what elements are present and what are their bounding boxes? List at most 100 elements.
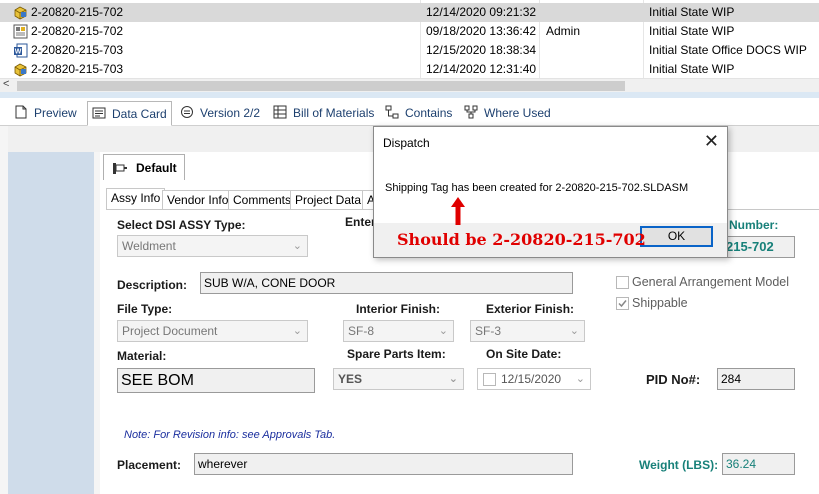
material-label: Material: <box>117 349 167 363</box>
close-icon[interactable]: ✕ <box>704 131 719 151</box>
number-field[interactable]: 215-702 <box>722 236 795 258</box>
tab-bar: Preview Data Card Version 2/2 Bill of Ma… <box>0 98 819 126</box>
data-card-left-strip <box>8 152 94 494</box>
material-field[interactable]: SEE BOM <box>117 368 315 393</box>
subtab-vendor-info[interactable]: Vendor Info <box>162 190 234 210</box>
annotation-arrow-icon <box>451 197 465 225</box>
word-document-icon: W <box>14 43 28 58</box>
subtab-comments[interactable]: Comments <box>228 190 297 210</box>
drawing-icon <box>13 24 28 39</box>
on-site-date-value: 12/15/2020 <box>501 372 562 386</box>
file-name: 2-20820-215-702 <box>31 24 124 38</box>
tab-label: Where Used <box>484 106 551 120</box>
tab-where-used[interactable]: Where Used <box>464 101 551 126</box>
exterior-finish-label: Exterior Finish: <box>486 302 575 316</box>
version-icon <box>181 106 193 118</box>
description-field[interactable]: SUB W/A, CONE DOOR <box>200 272 573 294</box>
select-type-value: Weldment <box>122 239 176 253</box>
revision-note: Note: For Revision info: see Approvals T… <box>124 429 336 441</box>
interior-finish-value: SF-8 <box>348 324 375 338</box>
tab-label: Contains <box>405 106 453 120</box>
spare-parts-dropdown[interactable]: YES ⌄ <box>333 368 464 390</box>
assembly-icon <box>14 63 27 77</box>
file-row[interactable]: 2-20820-215-702 09/18/2020 13:36:42 Admi… <box>0 22 819 41</box>
file-state: Initial State WIP <box>649 5 735 19</box>
on-site-date-checkbox[interactable] <box>483 373 496 386</box>
configuration-tab-default[interactable]: Default <box>103 154 185 180</box>
file-list: 2-20820-215-702 12/14/2020 09:21:32 Init… <box>0 0 819 78</box>
annotation-text: Should be 2-20820-215-702 <box>397 230 646 249</box>
file-state: Initial State WIP <box>649 62 735 76</box>
horizontal-scrollbar[interactable]: < <box>0 78 819 92</box>
tab-label: Preview <box>34 106 77 120</box>
tab-label: Data Card <box>112 107 167 121</box>
file-state: Initial State WIP <box>649 24 735 38</box>
preview-icon <box>15 105 27 119</box>
tab-label: Version 2/2 <box>200 106 261 120</box>
file-type-dropdown[interactable]: Project Document ⌄ <box>117 320 308 342</box>
pdm-explorer-window: 2-20820-215-702 12/14/2020 09:21:32 Init… <box>0 0 819 494</box>
subtab-assy-info[interactable]: Assy Info <box>106 188 166 210</box>
configuration-tab-label: Default <box>136 161 177 175</box>
file-row[interactable]: 2-20820-215-703 12/14/2020 12:31:40 Init… <box>0 60 819 79</box>
chevron-down-icon: ⌄ <box>448 373 458 385</box>
file-user: Admin <box>546 24 581 38</box>
placement-label: Placement: <box>117 458 182 472</box>
file-date: 12/15/2020 18:38:34 <box>426 43 537 57</box>
spare-parts-value: YES <box>338 372 363 386</box>
chevron-down-icon: ⌄ <box>575 373 585 385</box>
file-name: 2-20820-215-702 <box>31 5 124 19</box>
file-state: Initial State Office DOCS WIP <box>649 43 807 57</box>
chevron-down-icon: ⌄ <box>569 325 579 337</box>
dialog-title: Dispatch <box>383 136 430 150</box>
chevron-down-icon: ⌄ <box>292 240 302 252</box>
tab-label: Bill of Materials <box>293 106 375 120</box>
tab-contains[interactable]: Contains <box>385 101 452 126</box>
file-row[interactable]: 2-20820-215-702 12/14/2020 09:21:32 Init… <box>0 3 819 22</box>
data-card-icon <box>92 107 106 119</box>
weight-field[interactable]: 36.24 <box>722 453 795 475</box>
tab-data-card[interactable]: Data Card <box>87 101 172 126</box>
subtab-project-data[interactable]: Project Data <box>290 190 367 210</box>
description-label: Description: <box>117 278 188 292</box>
select-type-label: Select DSI ASSY Type: <box>117 218 246 232</box>
file-row[interactable]: W 2-20820-215-703 12/15/2020 18:38:34 In… <box>0 41 819 60</box>
on-site-date-picker[interactable]: 12/15/2020 ⌄ <box>477 368 591 390</box>
general-arrangement-checkbox[interactable] <box>616 276 629 289</box>
file-type-value: Project Document <box>122 324 218 338</box>
placement-field[interactable]: wherever <box>194 453 573 475</box>
tab-bill-of-materials[interactable]: Bill of Materials <box>273 101 374 126</box>
interior-finish-dropdown[interactable]: SF-8 ⌄ <box>343 320 454 342</box>
dialog-body: Shipping Tag has been created for 2-2082… <box>374 158 727 223</box>
number-label: Number: <box>729 218 779 232</box>
dialog-title-bar: Dispatch ✕ <box>374 127 727 158</box>
file-name: 2-20820-215-703 <box>31 62 124 76</box>
scroll-thumb[interactable] <box>17 81 625 91</box>
exterior-finish-value: SF-3 <box>475 324 502 338</box>
file-type-label: File Type: <box>117 302 173 316</box>
configuration-icon <box>113 163 127 174</box>
pid-field[interactable]: 284 <box>717 368 795 390</box>
file-date: 12/14/2020 12:31:40 <box>426 62 537 76</box>
tab-version[interactable]: Version 2/2 <box>180 101 260 126</box>
scroll-left-arrow[interactable]: < <box>3 78 9 90</box>
file-date: 09/18/2020 13:36:42 <box>426 24 537 38</box>
chevron-down-icon: ⌄ <box>438 325 448 337</box>
pid-label: PID No#: <box>646 372 701 387</box>
general-arrangement-label: General Arrangement Model <box>632 275 790 289</box>
exterior-finish-dropdown[interactable]: SF-3 ⌄ <box>470 320 585 342</box>
interior-finish-label: Interior Finish: <box>356 302 440 316</box>
where-used-icon <box>464 105 478 119</box>
assembly-icon <box>14 6 27 20</box>
file-date: 12/14/2020 09:21:32 <box>426 5 537 19</box>
checkmark-icon <box>618 300 627 308</box>
ok-button[interactable]: OK <box>640 226 713 247</box>
weight-label: Weight (LBS): <box>639 458 719 472</box>
chevron-down-icon: ⌄ <box>292 325 302 337</box>
tab-preview[interactable]: Preview <box>14 101 77 126</box>
shippable-label: Shippable <box>632 296 688 310</box>
enter-label: Enter <box>345 215 376 229</box>
select-type-dropdown[interactable]: Weldment ⌄ <box>117 235 308 257</box>
shippable-checkbox[interactable] <box>616 297 629 310</box>
on-site-date-label: On Site Date: <box>486 347 562 361</box>
